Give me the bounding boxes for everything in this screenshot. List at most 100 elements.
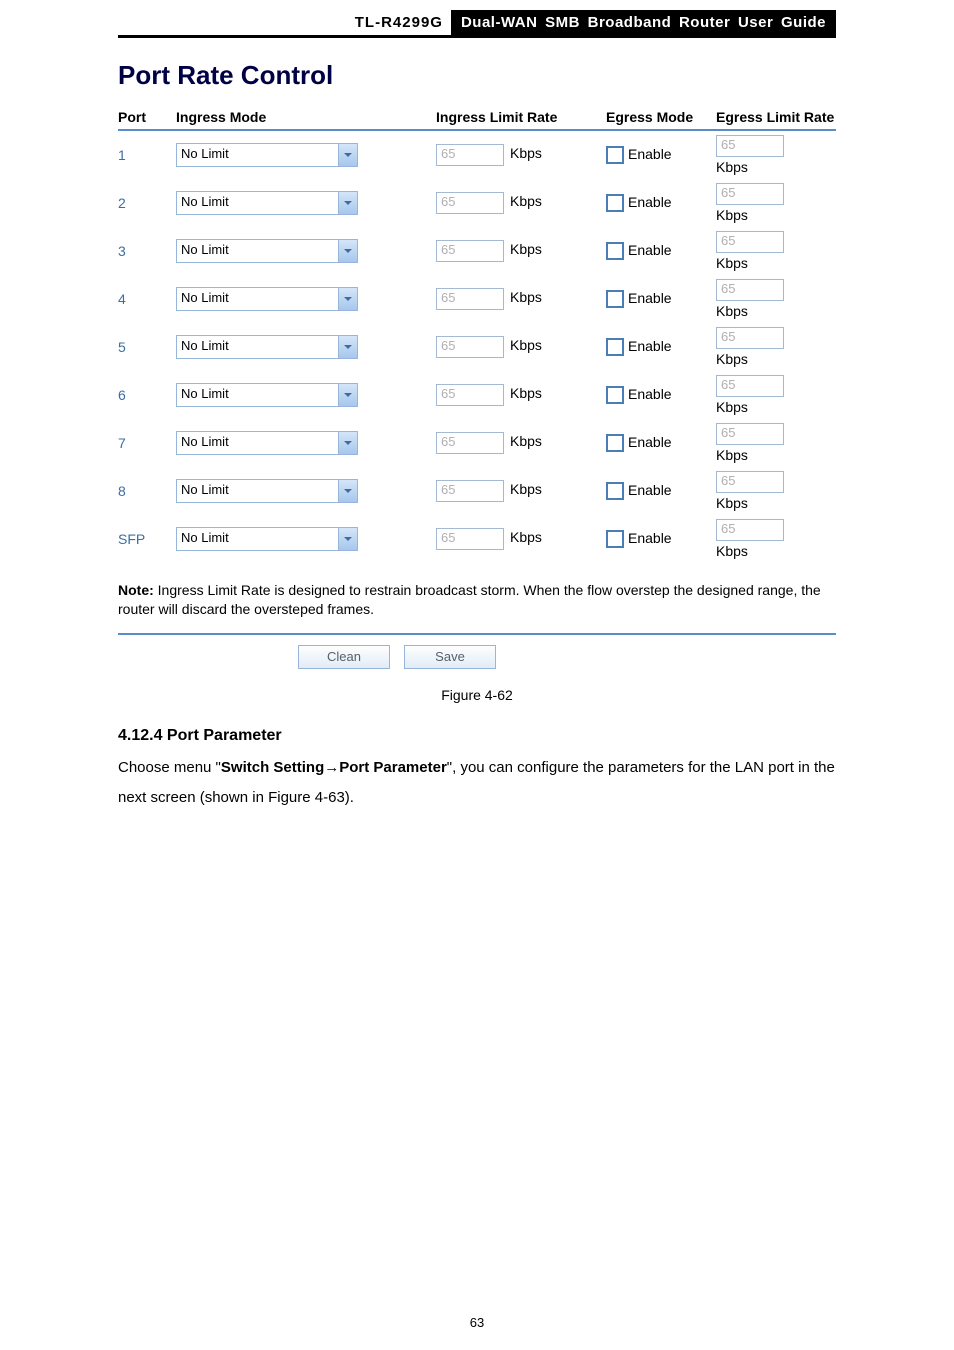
page-header: TL-R4299G Dual-WAN SMB Broadband Router … — [118, 0, 836, 38]
page-number: 63 — [0, 1315, 954, 1330]
table-header: Port Ingress Mode Ingress Limit Rate Egr… — [118, 109, 836, 131]
table-row: 7No Limit65KbpsEnable65Kbps — [118, 419, 836, 467]
table-row: 8No Limit65KbpsEnable65Kbps — [118, 467, 836, 515]
ingress-rate-input[interactable]: 65 — [436, 288, 504, 310]
ingress-mode-value: No Limit — [177, 336, 338, 358]
ingress-mode-select[interactable]: No Limit — [176, 335, 358, 359]
egress-enable-checkbox[interactable] — [606, 242, 624, 260]
ingress-rate-unit: Kbps — [504, 145, 580, 161]
port-cell: 3 — [118, 243, 176, 259]
ingress-mode-value: No Limit — [177, 240, 338, 262]
egress-enable-label: Enable — [628, 242, 672, 258]
egress-rate-unit: Kbps — [716, 543, 836, 559]
egress-enable-checkbox[interactable] — [606, 338, 624, 356]
egress-enable-label: Enable — [628, 482, 672, 498]
ingress-mode-value: No Limit — [177, 192, 338, 214]
egress-enable-checkbox[interactable] — [606, 386, 624, 404]
egress-enable-checkbox[interactable] — [606, 290, 624, 308]
egress-rate-unit: Kbps — [716, 303, 836, 319]
egress-rate-input[interactable]: 65 — [716, 375, 784, 397]
ingress-mode-select[interactable]: No Limit — [176, 527, 358, 551]
clean-button[interactable]: Clean — [298, 645, 390, 669]
port-cell: SFP — [118, 531, 176, 547]
ingress-mode-value: No Limit — [177, 144, 338, 166]
table-row: SFPNo Limit65KbpsEnable65Kbps — [118, 515, 836, 563]
egress-enable-label: Enable — [628, 530, 672, 546]
ingress-mode-select[interactable]: No Limit — [176, 287, 358, 311]
ingress-rate-input[interactable]: 65 — [436, 432, 504, 454]
egress-enable-checkbox[interactable] — [606, 530, 624, 548]
ingress-rate-unit: Kbps — [504, 529, 580, 545]
ingress-rate-input[interactable]: 65 — [436, 528, 504, 550]
ingress-rate-unit: Kbps — [504, 289, 580, 305]
egress-enable-checkbox[interactable] — [606, 194, 624, 212]
ingress-rate-input[interactable]: 65 — [436, 480, 504, 502]
ingress-mode-value: No Limit — [177, 480, 338, 502]
table-row: 1No Limit65KbpsEnable65Kbps — [118, 131, 836, 179]
egress-enable-checkbox[interactable] — [606, 482, 624, 500]
chevron-down-icon[interactable] — [338, 144, 357, 166]
egress-rate-unit: Kbps — [716, 351, 836, 367]
egress-enable-label: Enable — [628, 146, 672, 162]
ingress-rate-input[interactable]: 65 — [436, 336, 504, 358]
ingress-rate-input[interactable]: 65 — [436, 240, 504, 262]
port-cell: 6 — [118, 387, 176, 403]
egress-enable-label: Enable — [628, 386, 672, 402]
ingress-mode-select[interactable]: No Limit — [176, 479, 358, 503]
table-row: 3No Limit65KbpsEnable65Kbps — [118, 227, 836, 275]
ingress-mode-value: No Limit — [177, 528, 338, 550]
egress-rate-input[interactable]: 65 — [716, 135, 784, 157]
egress-rate-unit: Kbps — [716, 447, 836, 463]
divider — [118, 633, 836, 635]
col-egress-rate-header: Egress Limit Rate — [716, 109, 836, 125]
egress-enable-checkbox[interactable] — [606, 146, 624, 164]
col-ingress-mode-header: Ingress Mode — [176, 109, 436, 125]
ingress-mode-select[interactable]: No Limit — [176, 191, 358, 215]
egress-enable-label: Enable — [628, 434, 672, 450]
port-cell: 1 — [118, 147, 176, 163]
chevron-down-icon[interactable] — [338, 432, 357, 454]
ingress-rate-unit: Kbps — [504, 385, 580, 401]
chevron-down-icon[interactable] — [338, 240, 357, 262]
chevron-down-icon[interactable] — [338, 192, 357, 214]
save-button[interactable]: Save — [404, 645, 496, 669]
chevron-down-icon[interactable] — [338, 336, 357, 358]
ingress-rate-input[interactable]: 65 — [436, 192, 504, 214]
egress-rate-input[interactable]: 65 — [716, 519, 784, 541]
port-cell: 4 — [118, 291, 176, 307]
egress-rate-input[interactable]: 65 — [716, 423, 784, 445]
ingress-mode-select[interactable]: No Limit — [176, 431, 358, 455]
note-body: Ingress Limit Rate is designed to restra… — [118, 582, 821, 617]
egress-rate-unit: Kbps — [716, 495, 836, 511]
egress-rate-unit: Kbps — [716, 399, 836, 415]
egress-rate-input[interactable]: 65 — [716, 327, 784, 349]
chevron-down-icon[interactable] — [338, 288, 357, 310]
ingress-mode-select[interactable]: No Limit — [176, 239, 358, 263]
table-row: 5No Limit65KbpsEnable65Kbps — [118, 323, 836, 371]
chevron-down-icon[interactable] — [338, 480, 357, 502]
body-bold-switch-setting: Switch Setting — [221, 759, 324, 776]
egress-enable-checkbox[interactable] — [606, 434, 624, 452]
port-cell: 7 — [118, 435, 176, 451]
ingress-mode-value: No Limit — [177, 288, 338, 310]
port-cell: 8 — [118, 483, 176, 499]
figure-caption: Figure 4-62 — [118, 687, 836, 703]
ingress-rate-input[interactable]: 65 — [436, 384, 504, 406]
note-label: Note: — [118, 582, 154, 598]
ingress-rate-input[interactable]: 65 — [436, 144, 504, 166]
ingress-mode-select[interactable]: No Limit — [176, 143, 358, 167]
egress-enable-label: Enable — [628, 194, 672, 210]
egress-rate-input[interactable]: 65 — [716, 279, 784, 301]
col-egress-mode-header: Egress Mode — [606, 109, 716, 125]
chevron-down-icon[interactable] — [338, 528, 357, 550]
chevron-down-icon[interactable] — [338, 384, 357, 406]
ingress-rate-unit: Kbps — [504, 433, 580, 449]
egress-rate-input[interactable]: 65 — [716, 471, 784, 493]
note-text: Note: Ingress Limit Rate is designed to … — [118, 581, 836, 619]
egress-rate-input[interactable]: 65 — [716, 231, 784, 253]
egress-enable-label: Enable — [628, 290, 672, 306]
egress-rate-input[interactable]: 65 — [716, 183, 784, 205]
ingress-mode-select[interactable]: No Limit — [176, 383, 358, 407]
egress-rate-unit: Kbps — [716, 255, 836, 271]
ingress-rate-unit: Kbps — [504, 337, 580, 353]
